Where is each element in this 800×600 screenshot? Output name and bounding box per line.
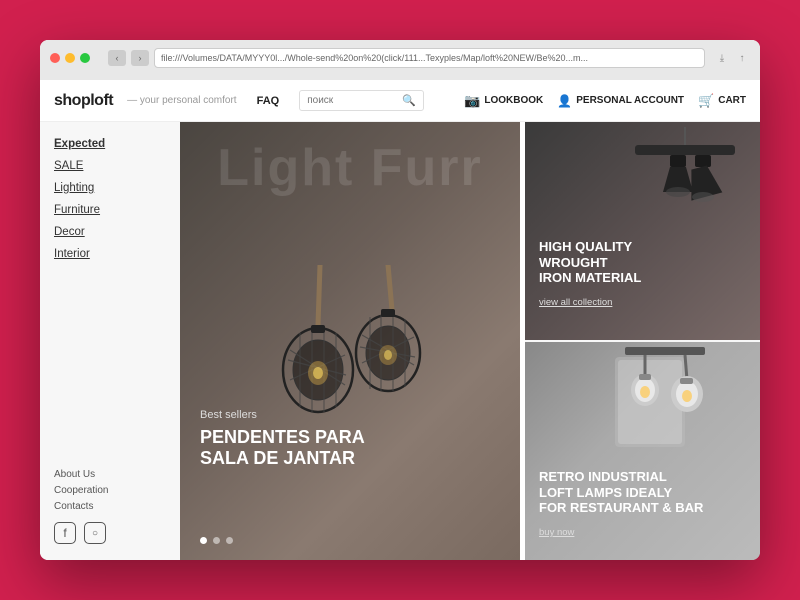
hero-title: PENDENTES PARA SALA DE JANTAR bbox=[200, 427, 365, 470]
cart-button[interactable]: 🛒 CART bbox=[698, 93, 746, 109]
personal-account-label: PERSONAL ACCOUNT bbox=[576, 95, 684, 106]
search-input[interactable] bbox=[307, 95, 402, 106]
hero-title-line1: PENDENTES PARA bbox=[200, 427, 365, 449]
panel-bottom-text: RETRO INDUSTRIAL LOFT LAMPS IDEALY FOR R… bbox=[539, 469, 746, 540]
browser-window: ‹ › file:///Volumes/DATA/MYYY0l.../Whole… bbox=[40, 40, 760, 560]
hero-banner: Light Furr bbox=[180, 122, 520, 560]
sidebar: Expected SALE Lighting Furniture Decor I… bbox=[40, 122, 180, 560]
view-collection-link[interactable]: view all collection bbox=[539, 297, 612, 308]
close-button[interactable] bbox=[50, 53, 60, 63]
panel-top-heading: HIGH QUALITY WROUGHT IRON MATERIAL bbox=[539, 239, 746, 286]
right-panels: HIGH QUALITY WROUGHT IRON MATERIAL view … bbox=[525, 122, 760, 560]
social-icons: f ○ bbox=[54, 522, 166, 544]
panel-bottom-heading: RETRO INDUSTRIAL LOFT LAMPS IDEALY FOR R… bbox=[539, 469, 746, 516]
faq-link[interactable]: FAQ bbox=[257, 95, 280, 107]
cart-label: CART bbox=[718, 95, 746, 106]
instagram-icon[interactable]: ○ bbox=[84, 522, 106, 544]
site-header: shoploft — your personal comfort FAQ 🔍 📷… bbox=[40, 80, 760, 122]
personal-account-button[interactable]: 👤 PERSONAL ACCOUNT bbox=[557, 94, 684, 108]
main-layout: Expected SALE Lighting Furniture Decor I… bbox=[40, 122, 760, 560]
cart-icon: 🛒 bbox=[698, 93, 714, 109]
site-content: shoploft — your personal comfort FAQ 🔍 📷… bbox=[40, 80, 760, 560]
facebook-icon[interactable]: f bbox=[54, 522, 76, 544]
lookbook-button[interactable]: 📷 LOOKBOOK bbox=[464, 93, 543, 109]
panel-top: HIGH QUALITY WROUGHT IRON MATERIAL view … bbox=[525, 122, 760, 340]
address-bar[interactable]: file:///Volumes/DATA/MYYY0l.../Whole-sen… bbox=[154, 48, 705, 68]
account-icon: 👤 bbox=[557, 94, 572, 108]
share-icon[interactable]: ↑ bbox=[734, 50, 750, 66]
back-button[interactable]: ‹ bbox=[108, 50, 126, 66]
hero-overlay-text: Light Furr bbox=[180, 142, 520, 194]
header-right: 📷 LOOKBOOK 👤 PERSONAL ACCOUNT 🛒 CART bbox=[464, 93, 746, 109]
panel-bottom: RETRO INDUSTRIAL LOFT LAMPS IDEALY FOR R… bbox=[525, 340, 760, 560]
site-logo[interactable]: shoploft bbox=[54, 92, 113, 110]
sidebar-nav: Expected SALE Lighting Furniture Decor I… bbox=[54, 138, 166, 449]
sidebar-item-decor[interactable]: Decor bbox=[54, 226, 166, 238]
dot-2[interactable] bbox=[213, 537, 220, 544]
forward-button[interactable]: › bbox=[131, 50, 149, 66]
contacts-link[interactable]: Contacts bbox=[54, 501, 166, 512]
hero-dots bbox=[200, 537, 233, 544]
browser-chrome: ‹ › file:///Volumes/DATA/MYYY0l.../Whole… bbox=[40, 40, 760, 74]
tagline: — your personal comfort bbox=[127, 95, 237, 106]
content-area: Light Furr bbox=[180, 122, 760, 560]
bookmark-icon[interactable]: ⤓ bbox=[714, 50, 730, 66]
lookbook-icon: 📷 bbox=[464, 93, 480, 109]
address-text: file:///Volumes/DATA/MYYY0l.../Whole-sen… bbox=[161, 53, 588, 63]
dot-3[interactable] bbox=[226, 537, 233, 544]
sidebar-item-expected[interactable]: Expected bbox=[54, 138, 166, 150]
buy-now-link[interactable]: buy now bbox=[539, 527, 574, 538]
dot-1[interactable] bbox=[200, 537, 207, 544]
search-bar[interactable]: 🔍 bbox=[299, 90, 424, 111]
sidebar-item-sale[interactable]: SALE bbox=[54, 160, 166, 172]
sidebar-footer: About Us Cooperation Contacts f ○ bbox=[54, 449, 166, 544]
cooperation-link[interactable]: Cooperation bbox=[54, 485, 166, 496]
best-sellers-label: Best sellers bbox=[200, 409, 365, 421]
lookbook-label: LOOKBOOK bbox=[484, 95, 543, 106]
sidebar-item-lighting[interactable]: Lighting bbox=[54, 182, 166, 194]
hero-text: Best sellers PENDENTES PARA SALA DE JANT… bbox=[200, 409, 365, 470]
search-icon[interactable]: 🔍 bbox=[402, 94, 416, 107]
panel-top-text: HIGH QUALITY WROUGHT IRON MATERIAL view … bbox=[539, 239, 746, 310]
sidebar-item-furniture[interactable]: Furniture bbox=[54, 204, 166, 216]
sidebar-item-interior[interactable]: Interior bbox=[54, 248, 166, 260]
minimize-button[interactable] bbox=[65, 53, 75, 63]
maximize-button[interactable] bbox=[80, 53, 90, 63]
hero-title-line2: SALA DE JANTAR bbox=[200, 448, 365, 470]
about-us-link[interactable]: About Us bbox=[54, 469, 166, 480]
